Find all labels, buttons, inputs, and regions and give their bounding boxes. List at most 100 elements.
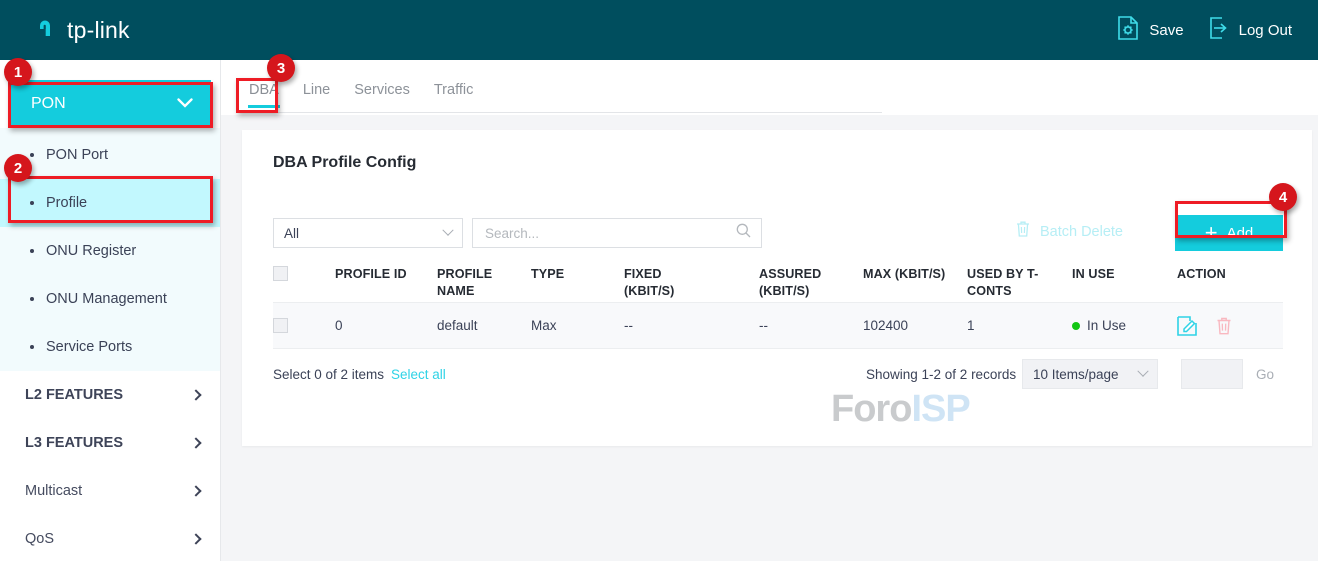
column-header-used-by-tconts: USED BY T- CONTS <box>967 266 1072 300</box>
selection-count: Select 0 of 2 items <box>273 367 384 382</box>
select-all-link[interactable]: Select all <box>391 367 446 382</box>
table-toolbar: All <box>273 218 1283 248</box>
logout-button[interactable]: Log Out <box>1208 16 1292 45</box>
sidebar-group-label: QoS <box>25 531 192 547</box>
cell-used-by-tconts: 1 <box>967 318 1072 333</box>
cell-in-use: In Use <box>1072 318 1177 333</box>
column-header-fixed: FIXED (KBIT/S) <box>624 266 759 300</box>
sidebar-item-onu-management[interactable]: ONU Management <box>0 275 220 323</box>
bullet-icon <box>30 249 34 253</box>
search-icon[interactable] <box>736 223 751 243</box>
chevron-down-icon <box>1137 366 1148 377</box>
column-header-profile-name: PROFILE NAME <box>437 266 531 300</box>
sidebar-item-profile[interactable]: Profile <box>0 179 220 227</box>
sidebar-group-pon[interactable]: PON <box>9 80 211 128</box>
sidebar-group-l2-features[interactable]: L2 FEATURES <box>0 371 220 419</box>
sidebar-group-multicast[interactable]: Multicast <box>0 467 220 515</box>
sidebar-group-pon-label: PON <box>31 95 177 113</box>
bullet-icon <box>30 297 34 301</box>
add-button[interactable]: + Add <box>1175 215 1283 251</box>
header-line-1: FIXED <box>624 267 662 281</box>
chevron-down-icon <box>177 95 193 113</box>
tab-line[interactable]: Line <box>291 82 342 108</box>
tab-divider <box>249 112 882 113</box>
add-label: Add <box>1227 225 1254 242</box>
dba-profile-card: DBA Profile Config ForoISP All <box>242 130 1312 446</box>
header-line-2: (KBIT/S) <box>624 284 674 298</box>
batch-delete-button[interactable]: Batch Delete <box>1015 220 1123 243</box>
header-line-1: USED BY T- <box>967 267 1038 281</box>
table-header-row: PROFILE ID PROFILE NAME TYPE FIXED (KBIT… <box>273 258 1283 303</box>
save-gear-document-icon <box>1116 15 1140 46</box>
cell-action <box>1177 316 1283 336</box>
status-dot-icon <box>1072 322 1080 330</box>
tab-services[interactable]: Services <box>342 82 422 108</box>
sidebar-item-label: ONU Register <box>46 243 136 259</box>
header-line-1: ASSURED <box>759 267 821 281</box>
brand-name: tp-link <box>67 17 130 44</box>
batch-delete-label: Batch Delete <box>1040 224 1123 240</box>
table-row[interactable]: 0 default Max -- -- 102400 1 In Use <box>273 303 1283 349</box>
cell-assured: -- <box>759 318 863 333</box>
page-jump-field[interactable] <box>1181 359 1243 389</box>
sidebar-item-pon-port[interactable]: PON Port <box>0 131 220 179</box>
tab-traffic[interactable]: Traffic <box>422 82 485 108</box>
select-all-checkbox[interactable] <box>273 266 288 281</box>
cell-fixed: -- <box>624 318 759 333</box>
save-button[interactable]: Save <box>1116 15 1183 46</box>
chevron-down-icon <box>442 225 453 236</box>
sidebar-item-label: Service Ports <box>46 339 132 355</box>
page-size-select[interactable]: 10 Items/page <box>1022 359 1158 389</box>
chevron-right-icon <box>190 437 201 448</box>
go-button[interactable]: Go <box>1256 367 1274 382</box>
logout-label: Log Out <box>1239 22 1292 39</box>
filter-select[interactable]: All <box>273 218 463 248</box>
page-size-value: 10 Items/page <box>1033 367 1139 382</box>
search-input[interactable] <box>483 225 736 242</box>
cell-profile-id: 0 <box>335 318 437 333</box>
column-header-type: TYPE <box>531 266 624 283</box>
sidebar-item-label: ONU Management <box>46 291 167 307</box>
chevron-right-icon <box>190 533 201 544</box>
tab-dba[interactable]: DBA <box>237 82 291 108</box>
watermark-part-b: ISP <box>911 388 969 430</box>
bullet-icon <box>30 345 34 349</box>
status-badge: In Use <box>1087 318 1126 333</box>
tab-list: DBA Line Services Traffic <box>237 82 485 108</box>
sidebar-item-label: Profile <box>46 195 87 211</box>
dba-profile-table: PROFILE ID PROFILE NAME TYPE FIXED (KBIT… <box>273 258 1283 349</box>
sidebar-group-label: L3 FEATURES <box>25 435 192 451</box>
save-label: Save <box>1149 22 1183 39</box>
app-root: tp-link <box>0 0 1318 561</box>
sidebar-item-service-ports[interactable]: Service Ports <box>0 323 220 371</box>
column-header-profile-id: PROFILE ID <box>335 266 437 283</box>
select-all-checkbox-cell <box>273 266 335 281</box>
column-header-in-use: IN USE <box>1072 266 1177 283</box>
search-box[interactable] <box>472 218 762 248</box>
tplink-logo-icon <box>34 16 62 44</box>
sidebar: PON PON Port Profile ONU Register <box>0 60 221 561</box>
page-title: DBA Profile Config <box>273 154 416 172</box>
header-line-2: CONTS <box>967 284 1012 298</box>
filter-select-value: All <box>284 226 444 241</box>
watermark: ForoISP <box>831 388 970 431</box>
page-jump-input[interactable] <box>1182 360 1242 388</box>
tab-bar: DBA Line Services Traffic <box>221 60 1318 115</box>
table-footer: Select 0 of 2 items Select all Showing 1… <box>273 362 1283 392</box>
cell-profile-name: default <box>437 318 531 333</box>
brand-logo[interactable]: tp-link <box>34 16 130 44</box>
sidebar-item-onu-register[interactable]: ONU Register <box>0 227 220 275</box>
column-header-max: MAX (KBIT/S) <box>863 266 967 283</box>
sidebar-group-label: Multicast <box>25 483 192 499</box>
plus-icon: + <box>1205 222 1218 244</box>
trash-icon <box>1015 220 1031 243</box>
row-checkbox[interactable] <box>273 318 288 333</box>
edit-pencil-icon[interactable] <box>1177 316 1197 336</box>
trash-icon[interactable] <box>1215 316 1233 336</box>
sidebar-group-qos[interactable]: QoS <box>0 515 220 561</box>
sidebar-subitems: PON Port Profile ONU Register ONU Manage… <box>0 128 220 371</box>
header-line-2: NAME <box>437 284 474 298</box>
sidebar-group-l3-features[interactable]: L3 FEATURES <box>0 419 220 467</box>
bullet-icon <box>30 153 34 157</box>
watermark-part-a: Foro <box>831 388 911 430</box>
